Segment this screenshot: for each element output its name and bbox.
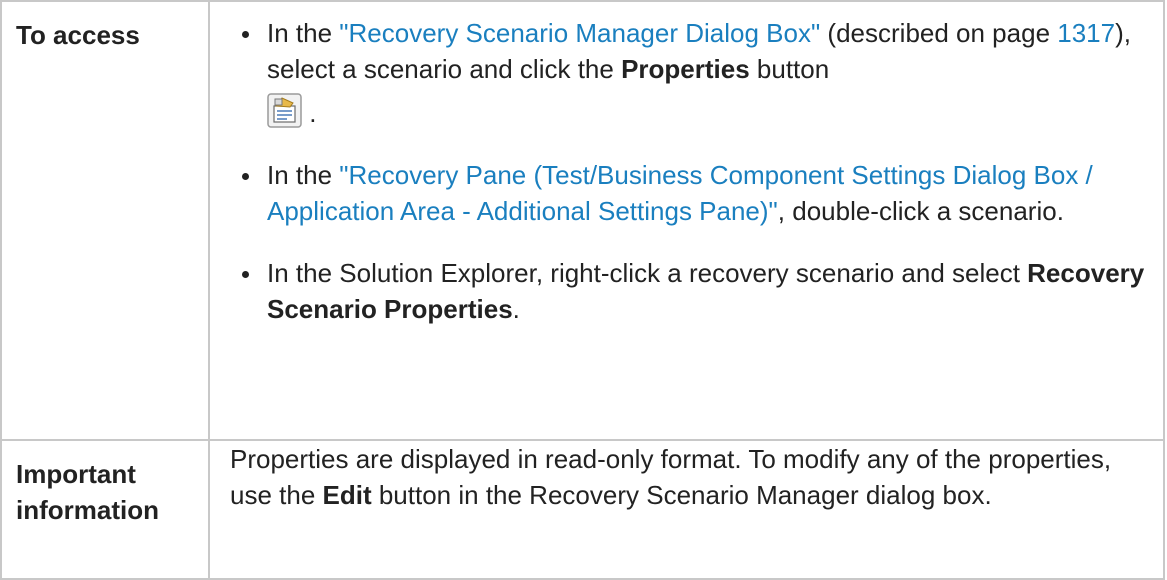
page-number-link[interactable]: 1317 bbox=[1057, 18, 1115, 48]
bullet-text: . bbox=[302, 98, 317, 128]
info-text: button in the Recovery Scenario Manager … bbox=[371, 480, 992, 510]
bullet-icon bbox=[242, 271, 249, 278]
access-methods-cell: In the "Recovery Scenario Manager Dialog… bbox=[208, 0, 1165, 441]
bullet-text: In the bbox=[267, 18, 340, 48]
bullet-text: button bbox=[749, 54, 830, 84]
edit-button-label: Edit bbox=[322, 480, 372, 510]
table-row-to-access: To access In the "Recovery Scenario Mana… bbox=[0, 0, 1165, 441]
important-information-cell: Properties are displayed in read-only fo… bbox=[208, 439, 1165, 580]
access-methods-list: In the "Recovery Scenario Manager Dialog… bbox=[230, 15, 1149, 327]
bullet-text: In the Solution Explorer, right-click a … bbox=[267, 258, 1028, 288]
properties-icon bbox=[267, 93, 302, 128]
table-row-important-information: Important information Properties are dis… bbox=[0, 439, 1165, 580]
bullet-icon bbox=[242, 173, 249, 180]
list-item: In the Solution Explorer, right-click a … bbox=[230, 255, 1149, 327]
recovery-scenario-manager-link[interactable]: "Recovery Scenario Manager Dialog Box" bbox=[339, 18, 820, 48]
list-item: In the "Recovery Pane (Test/Business Com… bbox=[230, 157, 1149, 229]
bullet-text: (described on page bbox=[820, 18, 1058, 48]
bullet-icon bbox=[242, 31, 249, 38]
properties-button-label: Properties bbox=[621, 54, 750, 84]
reference-table: To access In the "Recovery Scenario Mana… bbox=[0, 0, 1165, 580]
bullet-text: , double-click a scenario. bbox=[777, 196, 1064, 226]
bullet-text: . bbox=[512, 294, 520, 324]
bullet-text: In the bbox=[267, 160, 340, 190]
row-label-to-access: To access bbox=[0, 0, 210, 441]
row-label-important-information: Important information bbox=[0, 439, 210, 580]
list-item: In the "Recovery Scenario Manager Dialog… bbox=[230, 15, 1149, 131]
